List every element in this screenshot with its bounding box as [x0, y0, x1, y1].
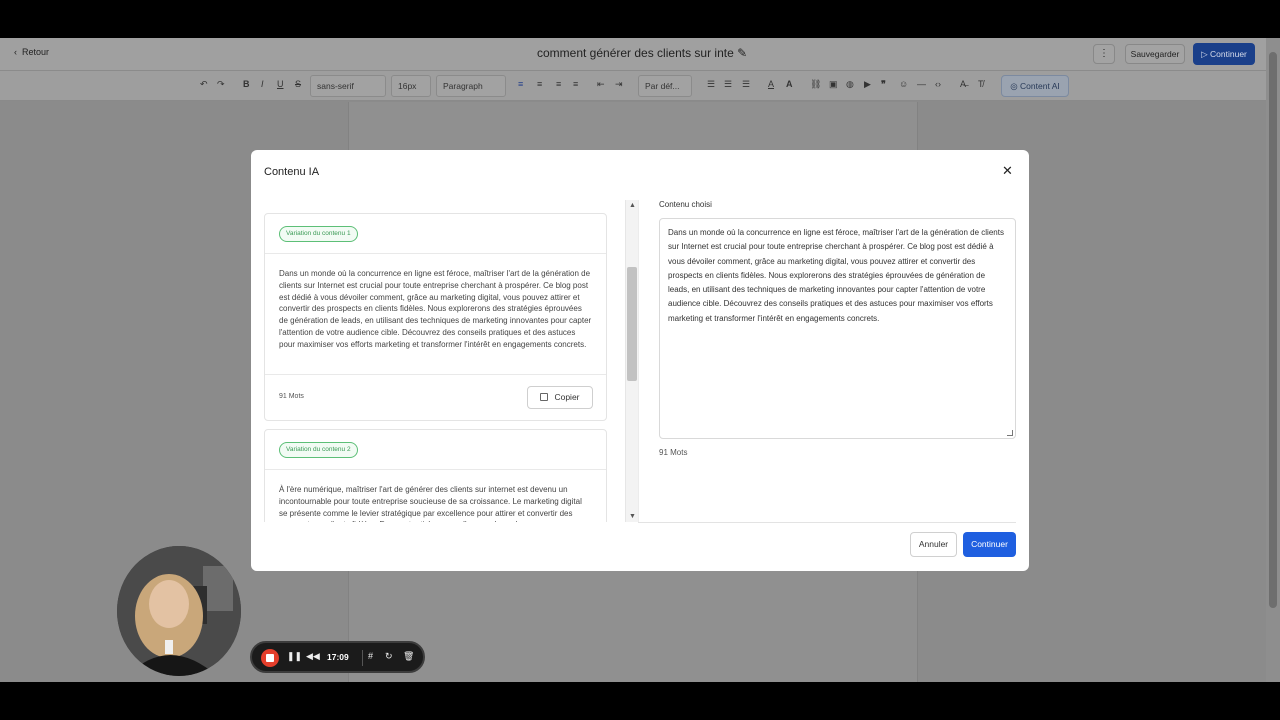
chevron-left-icon: ‹	[14, 47, 17, 57]
bullet-list-icon[interactable]: ☰	[707, 79, 715, 90]
trash-icon[interactable]: 🗑	[403, 651, 414, 662]
webcam-bubble	[117, 546, 241, 676]
editor-header: ‹ Retour comment générer des clients sur…	[0, 38, 1266, 70]
resize-handle-icon[interactable]	[1007, 430, 1013, 436]
chosen-content-text: Dans un monde où la concurrence en ligne…	[668, 228, 1004, 323]
variation-header: Variation du contenu 2	[265, 430, 606, 470]
chosen-word-count: 91 Mots	[659, 448, 688, 457]
variation-card-2[interactable]: Variation du contenu 2 À l'ère numérique…	[264, 429, 607, 522]
text-color-icon[interactable]: A	[768, 79, 774, 89]
align-right-icon[interactable]: ≡	[556, 79, 561, 89]
variation-badge: Variation du contenu 1	[279, 226, 358, 242]
emoji-icon[interactable]: ☺	[899, 79, 908, 89]
remove-format-icon[interactable]: T̸	[978, 79, 984, 89]
variation-badge: Variation du contenu 2	[279, 442, 358, 458]
pause-icon[interactable]: ❚❚	[287, 651, 302, 662]
close-icon[interactable]: ✕	[1002, 164, 1013, 178]
copy-icon	[540, 393, 549, 401]
globe-icon: ◎	[1010, 81, 1021, 91]
content-ai-label: Content AI	[1020, 81, 1060, 91]
variation-footer: 91 Mots Copier	[265, 374, 606, 420]
outdent-icon[interactable]: ⇤	[597, 79, 605, 90]
quote-icon[interactable]: ❞	[881, 79, 886, 90]
variation-text: Dans un monde où la concurrence en ligne…	[279, 269, 592, 349]
restart-icon[interactable]: ↻	[385, 651, 393, 662]
divider-icon[interactable]: —	[917, 79, 926, 89]
font-size-select[interactable]: 16px	[391, 75, 431, 97]
more-vertical-icon[interactable]: ⋮	[1093, 44, 1115, 64]
image-icon[interactable]: ▣	[829, 79, 838, 90]
variation-card-1[interactable]: Variation du contenu 1 Dans un monde où …	[264, 213, 607, 421]
variations-scrollbar[interactable]: ▲ ▼	[625, 200, 638, 522]
code-icon[interactable]: ‹›	[935, 79, 941, 89]
column-divider	[638, 200, 639, 522]
modal-title: Contenu IA	[264, 166, 320, 178]
page-scrollbar-thumb[interactable]	[1269, 52, 1277, 608]
numbered-list-icon[interactable]: ☰	[724, 79, 732, 90]
screen-recorder-bar: ❚❚ ◀◀ 17:09 # ↻ 🗑	[250, 641, 425, 673]
format-toolbar: ↶ ↷ B I U S sans-serif 16px Paragraph ≡ …	[0, 71, 1266, 101]
copy-label: Copier	[554, 392, 580, 402]
word-count: 91 Mots	[279, 393, 304, 400]
back-label: Retour	[22, 47, 50, 57]
record-timer: 17:09	[327, 652, 349, 662]
indent-icon[interactable]: ⇥	[615, 79, 623, 90]
variation-header: Variation du contenu 1	[265, 214, 606, 254]
line-height-select[interactable]: Par déf...	[638, 75, 692, 97]
link-icon[interactable]: ⛓	[810, 79, 821, 90]
variations-list[interactable]: Variation du contenu 1 Dans un monde où …	[264, 200, 622, 522]
block-type-select[interactable]: Paragraph	[436, 75, 506, 97]
strikethrough-icon[interactable]: S	[295, 79, 301, 89]
continue-header-label: Continuer	[1210, 49, 1247, 59]
back-button[interactable]: ‹ Retour	[14, 47, 49, 57]
content-ai-modal: Contenu IA ✕ Variation du contenu 1 Dans…	[251, 150, 1029, 571]
scroll-down-icon[interactable]: ▼	[629, 513, 636, 520]
scroll-up-icon[interactable]: ▲	[629, 202, 636, 209]
page-scrollbar[interactable]	[1266, 38, 1280, 682]
clear-format-icon[interactable]: A̶	[960, 79, 966, 89]
highlight-icon[interactable]: A	[786, 79, 793, 89]
bold-icon[interactable]: B	[243, 79, 250, 89]
rewind-icon[interactable]: ◀◀	[306, 651, 320, 662]
undo-icon[interactable]: ↶	[200, 79, 208, 90]
cancel-button[interactable]: Annuler	[910, 532, 957, 557]
chosen-content-textarea[interactable]: Dans un monde où la concurrence en ligne…	[659, 218, 1016, 439]
video-icon[interactable]: ▶	[864, 79, 871, 90]
chosen-content-label: Contenu choisi	[659, 200, 712, 209]
stop-record-button[interactable]	[261, 649, 279, 667]
checklist-icon[interactable]: ☰	[742, 79, 750, 90]
variation-text: À l'ère numérique, maîtriser l'art de gé…	[279, 485, 582, 522]
font-family-select[interactable]: sans-serif	[310, 75, 386, 97]
audio-icon[interactable]: ◍	[846, 79, 854, 90]
continue-header-button[interactable]: ▷ Continuer	[1193, 43, 1255, 65]
redo-icon[interactable]: ↷	[217, 79, 225, 90]
pencil-icon[interactable]: ✎	[737, 46, 747, 60]
italic-icon[interactable]: I	[261, 79, 264, 89]
content-ai-button[interactable]: ◎ Content AI	[1001, 75, 1069, 97]
align-center-icon[interactable]: ≡	[537, 79, 542, 89]
recorder-separator	[362, 650, 363, 666]
underline-icon[interactable]: U	[277, 79, 284, 89]
grid-icon[interactable]: #	[368, 651, 373, 661]
save-button[interactable]: Sauvegarder	[1125, 44, 1185, 64]
align-left-icon[interactable]: ≡	[518, 79, 523, 89]
continue-button[interactable]: Continuer	[963, 532, 1016, 557]
send-icon: ▷	[1201, 49, 1211, 59]
variations-scrollbar-thumb[interactable]	[627, 267, 637, 381]
copy-button[interactable]: Copier	[527, 386, 593, 409]
document-title[interactable]: comment générer des clients sur inte ✎	[537, 46, 747, 60]
webcam-person-image	[117, 546, 241, 676]
align-justify-icon[interactable]: ≡	[573, 79, 578, 89]
document-title-text: comment générer des clients sur inte	[537, 46, 734, 60]
footer-divider	[638, 522, 1016, 523]
